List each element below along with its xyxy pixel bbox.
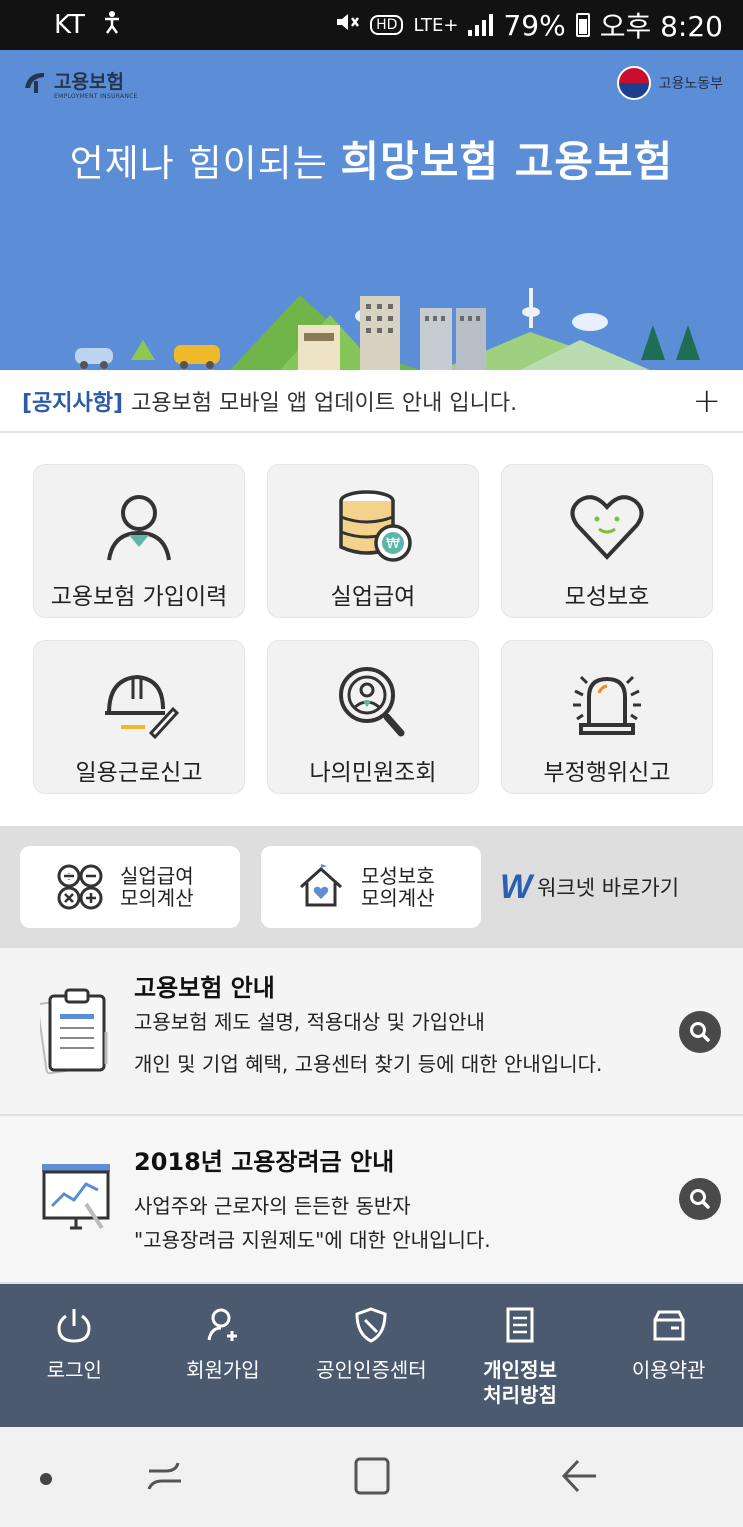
calc-line2: 모의계산 (361, 886, 435, 910)
tile-label: 나의민원조회 (309, 760, 437, 786)
info-line: 개인 및 기업 혜택, 고용센터 찾기 등에 대한 안내입니다. (134, 1052, 603, 1076)
info-card-subsidy-guide[interactable]: 2018년 고용장려금 안내 사업주와 근로자의 든든한 동반자 "고용장려금 … (0, 1116, 743, 1284)
siren-icon (573, 675, 641, 735)
carrier-label: KT (54, 10, 85, 40)
calc-line1: 실업급여 (120, 864, 194, 888)
calculator-icon (57, 864, 103, 910)
unemployment-calculator-button[interactable]: 실업급여 모의계산 (20, 846, 240, 928)
nav-signup[interactable]: 회원가입 (149, 1284, 298, 1427)
coin-stack-won-icon: ₩ (339, 490, 412, 562)
worknet-logo-icon: W (500, 867, 532, 906)
system-nav-bar (0, 1427, 743, 1527)
search-icon[interactable] (679, 1178, 721, 1220)
info-line: 고용보험 제도 설명, 적용대상 및 가입안내 (134, 1010, 485, 1034)
document-icon (506, 1307, 534, 1343)
hd-badge: HD (370, 15, 404, 35)
tile-label: 일용근로신고 (75, 760, 203, 786)
status-bar: KT HD LTE+ 79% 오후 8:20 (0, 0, 743, 50)
notice-tag: [공지사항] (22, 390, 124, 416)
nav-label: 로그인 (46, 1358, 102, 1382)
nav-login[interactable]: 로그인 (0, 1284, 149, 1427)
tile-label: 부정행위신고 (543, 760, 671, 786)
heart-smile-icon (570, 495, 644, 560)
person-icon (107, 495, 171, 561)
tile-maternity-protection[interactable]: 모성보호 (501, 464, 713, 618)
info-title: 고용보험 안내 (134, 974, 275, 1002)
battery-icon (575, 13, 590, 37)
info-line: 사업주와 근로자의 든든한 동반자 (134, 1194, 411, 1218)
accessibility-icon (103, 10, 121, 40)
power-icon (57, 1309, 91, 1343)
tile-insurance-history[interactable]: 고용보험 가입이력 (33, 464, 245, 618)
network-label: LTE+ (413, 14, 459, 36)
nav-label: 개인정보 처리방침 (483, 1358, 557, 1407)
house-heart-icon (299, 864, 343, 907)
tile-daily-labor-report[interactable]: 일용근로신고 (33, 640, 245, 794)
home-icon[interactable] (352, 1455, 392, 1497)
hero-banner: 고용보험 EMPLOYMENT INSURANCE 고용노동부 언제나 힘이되는… (0, 50, 743, 370)
notice-text: 고용보험 모바일 앱 업데이트 안내 입니다. (131, 390, 518, 416)
info-line: "고용장려금 지원제도"에 대한 안내입니다. (134, 1228, 491, 1252)
signal-icon (468, 14, 494, 36)
clipboard-icon (40, 988, 108, 1075)
worknet-label: 워크넷 바로가기 (537, 876, 680, 900)
menu-tiles: 고용보험 가입이력 ₩ 실업급여 모성보호 일용근로신고 나의민원조회 부정행위… (33, 464, 715, 794)
notice-bar[interactable]: [공지사항] 고용보험 모바일 앱 업데이트 안내 입니다. + (0, 370, 743, 433)
add-user-icon (207, 1308, 237, 1341)
tile-my-complaints[interactable]: 나의민원조회 (267, 640, 479, 794)
calc-line1: 모성보호 (361, 864, 435, 888)
battery-percent: 79% (503, 8, 566, 42)
nav-label: 공인인증센터 (316, 1358, 427, 1382)
svg-text:₩: ₩ (386, 536, 400, 552)
nav-label: 이용약관 (631, 1358, 706, 1382)
info-title: 2018년 고용장려금 안내 (134, 1148, 395, 1176)
wallet-icon (653, 1310, 685, 1341)
tile-label: 모성보호 (564, 584, 650, 610)
calculator-strip: 실업급여 모의계산 모성보호 모의계산 W 워크넷 바로가기 (0, 826, 743, 948)
tile-label: 실업급여 (330, 584, 416, 610)
nav-label: 회원가입 (186, 1358, 260, 1382)
hardhat-pencil-icon (105, 674, 179, 740)
dot-indicator-icon (40, 1473, 52, 1485)
info-card-insurance-guide[interactable]: 고용보험 안내 고용보험 제도 설명, 적용대상 및 가입안내 개인 및 기업 … (0, 948, 743, 1116)
recent-apps-icon[interactable] (146, 1457, 184, 1497)
calc-line2: 모의계산 (120, 886, 194, 910)
search-icon[interactable] (679, 1011, 721, 1053)
clock: 오후 8:20 (599, 10, 723, 43)
chart-board-icon (42, 1164, 110, 1230)
mute-icon (334, 11, 360, 39)
shield-icon (355, 1307, 387, 1343)
nav-certificate-center[interactable]: 공인인증센터 (297, 1284, 446, 1427)
worknet-link[interactable]: W 워크넷 바로가기 (500, 846, 679, 928)
notice-expand-button[interactable]: + (693, 381, 722, 421)
nav-terms[interactable]: 이용약관 (594, 1284, 743, 1427)
person-magnifier-icon (339, 667, 405, 737)
tile-label: 고용보험 가입이력 (50, 584, 228, 610)
city-landscape-illustration (75, 288, 700, 370)
nav-privacy-policy[interactable]: 개인정보 처리방침 (446, 1284, 595, 1427)
back-icon[interactable] (560, 1457, 600, 1495)
tile-unemployment-benefit[interactable]: ₩ 실업급여 (267, 464, 479, 618)
bottom-nav: 로그인 회원가입 공인인증센터 개인정보 처리방침 이용약관 (0, 1284, 743, 1427)
maternity-calculator-button[interactable]: 모성보호 모의계산 (261, 846, 481, 928)
tile-fraud-report[interactable]: 부정행위신고 (501, 640, 713, 794)
